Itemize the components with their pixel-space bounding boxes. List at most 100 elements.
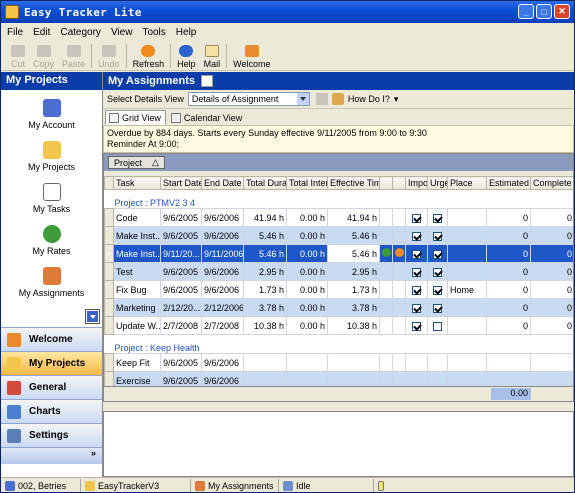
- grid-cell[interactable]: [427, 208, 448, 227]
- grid-cell[interactable]: [392, 244, 406, 263]
- grid-cell[interactable]: 9/6/2006: [201, 208, 244, 227]
- col-icon-2[interactable]: [392, 176, 406, 190]
- grid-cell[interactable]: [427, 244, 448, 263]
- undo-button[interactable]: Undo: [94, 41, 124, 70]
- table-row[interactable]: Keep Fit 9/6/2005 9/6/2006: [104, 353, 573, 372]
- grid-cell[interactable]: [447, 353, 487, 372]
- grid-cell[interactable]: [243, 353, 287, 372]
- col-urgent[interactable]: Urge: [427, 176, 448, 190]
- sidebar-item-my-rates[interactable]: My Rates: [1, 216, 102, 258]
- menu-tools[interactable]: Tools: [142, 27, 165, 38]
- grid-cell[interactable]: 0: [486, 316, 531, 335]
- group-label[interactable]: Project : Keep Health: [105, 335, 574, 354]
- grid-cell[interactable]: [379, 262, 393, 281]
- group-row[interactable]: Project : PTMV2 3 4: [105, 190, 574, 209]
- grid-cell[interactable]: 2/12/20...: [160, 298, 202, 317]
- grid-cell[interactable]: [379, 298, 393, 317]
- copy-button[interactable]: Copy: [29, 41, 58, 70]
- grid-cell[interactable]: 1.73 h: [243, 280, 287, 299]
- grid-cell[interactable]: [447, 226, 487, 245]
- grid-cell[interactable]: 0.00 h: [286, 298, 328, 317]
- grid-cell[interactable]: [427, 262, 448, 281]
- grid-cell[interactable]: [447, 316, 487, 335]
- grid-cell[interactable]: 0: [530, 244, 573, 263]
- urgent-checkbox[interactable]: [433, 231, 442, 241]
- sidebar-scroll-down[interactable]: [85, 309, 100, 324]
- row-header[interactable]: [104, 353, 114, 372]
- grid-cell[interactable]: [427, 353, 448, 372]
- grid-cell[interactable]: 41.94 h: [243, 208, 287, 227]
- grid-cell[interactable]: Home: [447, 280, 487, 299]
- sidebar-item-my-tasks[interactable]: My Tasks: [1, 174, 102, 216]
- grid-cell[interactable]: [405, 353, 428, 372]
- grid-icon[interactable]: [201, 75, 214, 87]
- menu-category[interactable]: Category: [60, 27, 101, 38]
- cut-button[interactable]: Cut: [7, 41, 29, 70]
- grid-cell[interactable]: Make Inst...: [113, 244, 161, 263]
- grid-cell[interactable]: [427, 316, 448, 335]
- grid-cell[interactable]: 9/6/2005: [160, 280, 202, 299]
- grid-cell[interactable]: 9/6/2006: [201, 353, 244, 372]
- urgent-checkbox[interactable]: [433, 213, 442, 223]
- menu-help[interactable]: Help: [176, 27, 197, 38]
- grid-cell[interactable]: [447, 298, 487, 317]
- grid-cell[interactable]: Test: [113, 262, 161, 281]
- grid-cell[interactable]: [427, 226, 448, 245]
- grid-cell[interactable]: 0: [486, 208, 531, 227]
- urgent-checkbox[interactable]: [433, 303, 442, 313]
- urgent-checkbox[interactable]: [433, 267, 442, 277]
- grid-cell[interactable]: 2.95 h: [243, 262, 287, 281]
- grid-cell[interactable]: [486, 353, 531, 372]
- help-status-icon[interactable]: [378, 480, 384, 491]
- nav-charts[interactable]: Charts: [1, 399, 102, 423]
- mail-button[interactable]: Mail: [200, 41, 225, 70]
- grid-cell[interactable]: 9/6/2005: [160, 208, 202, 227]
- group-by-project-chip[interactable]: Project △: [108, 156, 165, 169]
- grid-cell[interactable]: [392, 280, 406, 299]
- col-estimated[interactable]: Estimated: [486, 176, 531, 190]
- urgent-checkbox[interactable]: [433, 249, 442, 259]
- grid-cell[interactable]: [379, 280, 393, 299]
- sidebar-item-my-assignments[interactable]: My Assignments: [1, 258, 102, 300]
- grid-cell[interactable]: [392, 262, 406, 281]
- grid-cell[interactable]: 5.46 h: [243, 226, 287, 245]
- grid-cell[interactable]: 9/6/2005: [160, 262, 202, 281]
- grid-cell[interactable]: [405, 280, 428, 299]
- grid-cell[interactable]: Make Inst...: [113, 226, 161, 245]
- grid-cell[interactable]: 9/6/2005: [160, 226, 202, 245]
- close-button[interactable]: ✕: [554, 4, 570, 19]
- col-complete[interactable]: Complete %: [530, 176, 573, 190]
- important-checkbox[interactable]: [412, 213, 421, 223]
- chevron-down-icon[interactable]: [296, 93, 309, 105]
- grid-cell[interactable]: [405, 208, 428, 227]
- important-checkbox[interactable]: [412, 267, 421, 277]
- important-checkbox[interactable]: [412, 303, 421, 313]
- grid-cell[interactable]: [530, 353, 573, 372]
- grid-cell[interactable]: [392, 298, 406, 317]
- grid-cell[interactable]: [447, 244, 487, 263]
- grid-cell[interactable]: 0: [530, 316, 573, 335]
- menu-file[interactable]: File: [7, 27, 23, 38]
- row-header[interactable]: ▹: [104, 244, 114, 263]
- grid-cell[interactable]: 0: [530, 262, 573, 281]
- grid-cell[interactable]: 3.78 h: [243, 298, 287, 317]
- grid-cell[interactable]: 9/11/20...: [160, 244, 202, 263]
- grid-cell[interactable]: [379, 226, 393, 245]
- table-row[interactable]: Marketing 2/12/20... 2/12/2006 3.78 h 0.00 h…: [104, 298, 573, 317]
- nav-welcome[interactable]: Welcome: [1, 327, 102, 351]
- tab-grid-view[interactable]: Grid View: [105, 109, 166, 125]
- help-button[interactable]: Help: [173, 41, 200, 70]
- grid-cell[interactable]: 9/6/2005: [160, 353, 202, 372]
- urgent-checkbox[interactable]: [433, 321, 442, 331]
- grid-cell[interactable]: Marketing: [113, 298, 161, 317]
- save-icon[interactable]: [315, 93, 328, 105]
- grid-cell[interactable]: [405, 244, 428, 263]
- details-view-select[interactable]: Details of Assignment: [187, 92, 310, 106]
- grid-cell[interactable]: [327, 353, 380, 372]
- grid-cell[interactable]: 0: [530, 226, 573, 245]
- grid-cell[interactable]: 2/12/2006: [201, 298, 244, 317]
- col-important[interactable]: Impo: [405, 176, 428, 190]
- row-header[interactable]: [104, 280, 114, 299]
- grid-cell[interactable]: Keep Fit: [113, 353, 161, 372]
- row-header[interactable]: [104, 262, 114, 281]
